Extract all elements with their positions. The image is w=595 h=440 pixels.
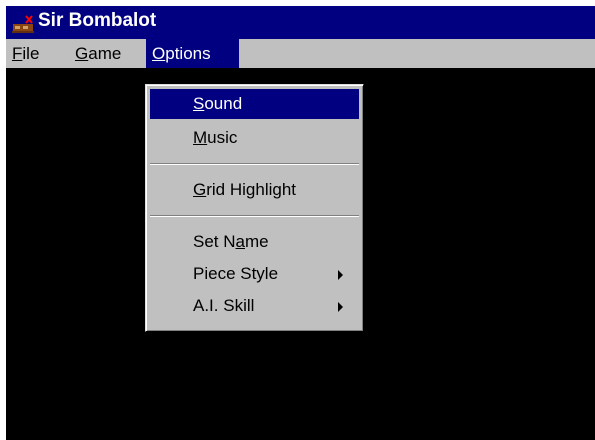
menu-game-accel: G (75, 44, 89, 63)
menu-item-piece-style[interactable]: Piece Style (150, 259, 359, 289)
menu-item-ai-skill[interactable]: A.I. Skill (150, 291, 359, 321)
menu-item-music-accel: M (193, 128, 208, 147)
menu-item-grid-highlight[interactable]: Grid Highlight (150, 175, 359, 205)
menu-item-ai-skill-label: A.I. Skill (193, 296, 255, 315)
menu-item-sound[interactable]: Sound (150, 89, 359, 119)
menu-options-accel: O (152, 44, 166, 63)
menu-separator (150, 215, 359, 217)
title-bar[interactable]: Sir Bombalot (6, 6, 595, 39)
menu-file-label: ile (22, 44, 40, 63)
menu-bar: File Game Options (6, 39, 595, 68)
menu-item-grid-highlight-accel: G (193, 180, 207, 199)
triangle-right-icon (338, 270, 343, 280)
options-dropdown-menu: Sound Music Grid Highlight Set Name Piec… (145, 84, 364, 332)
menu-item-sound-label: ound (204, 94, 243, 113)
menu-item-set-name-pre: Set N (193, 232, 236, 251)
menu-game[interactable]: Game (69, 39, 127, 68)
menu-item-sound-accel: S (193, 94, 205, 113)
menu-options-label: ptions (165, 44, 211, 63)
menu-options[interactable]: Options (146, 39, 239, 68)
menu-item-music[interactable]: Music (150, 123, 359, 153)
menu-item-set-name[interactable]: Set Name (150, 227, 359, 257)
menu-game-label: ame (88, 44, 122, 63)
menu-item-piece-style-label: Piece Style (193, 264, 279, 283)
triangle-right-icon (338, 302, 343, 312)
window-title: Sir Bombalot (38, 10, 157, 31)
menu-file-accel: F (12, 44, 23, 63)
menu-separator (150, 163, 359, 165)
menu-item-set-name-accel: a (235, 232, 245, 251)
menu-item-grid-highlight-label: rid Highlight (206, 180, 296, 199)
menu-item-set-name-rest: me (245, 232, 269, 251)
menu-item-music-label: usic (207, 128, 238, 147)
app-icon[interactable] (12, 14, 36, 34)
menu-file[interactable]: File (6, 39, 45, 68)
